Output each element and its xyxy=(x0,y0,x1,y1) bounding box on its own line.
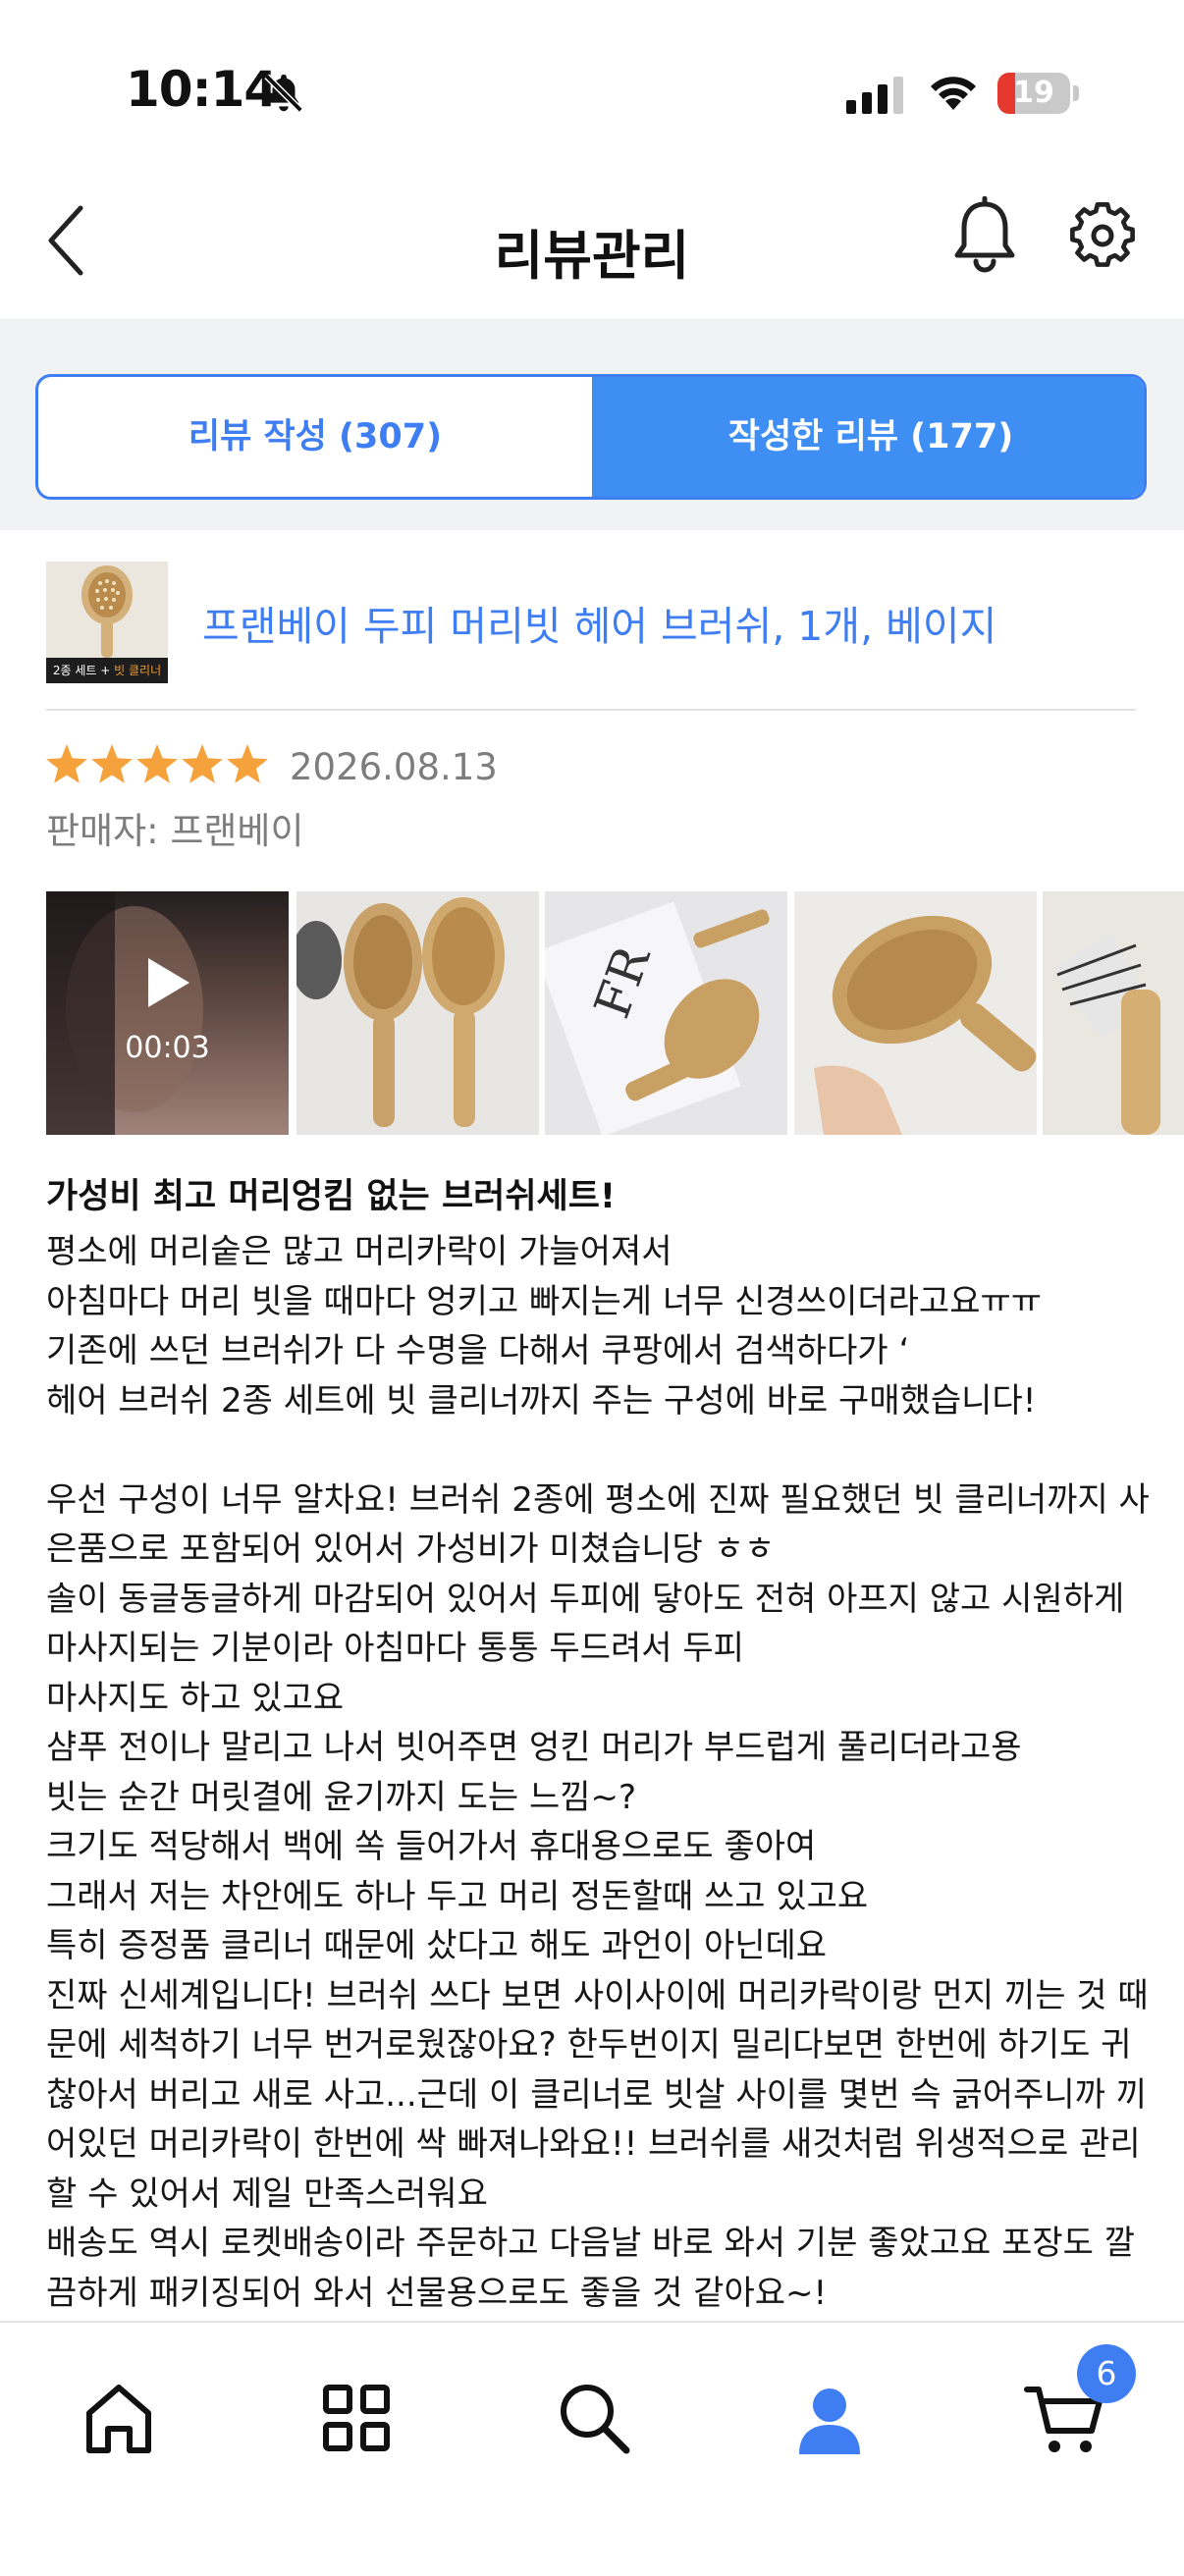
review-body-line: 할 수 있어서 제일 만족스러워요 xyxy=(46,2174,488,2214)
review-body-line: 헤어 브러쉬 2종 세트에 빗 클리너까지 주는 구성에 바로 구매했습니다! xyxy=(46,1380,1037,1421)
product-thumbnail-label: 2종 세트 + 빗 클리너 증정 xyxy=(46,658,168,683)
review-body-line: 끔하게 패키징되어 와서 선물용으로도 좋을 것 같아요~! xyxy=(46,2273,828,2313)
review-body-line: 문에 세척하기 너무 번거로웠잖아요? 한두번이지 밀리다보면 한번에 하기도 … xyxy=(46,2025,1132,2065)
review-tabs-area: 리뷰 작성 (307) 작성한 리뷰 (177) xyxy=(0,319,1184,530)
video-duration: 00:03 xyxy=(125,1031,210,1065)
review-body-line: 찮아서 버리고 새로 사고...근데 이 클리너로 빗살 사이를 몇번 슥 긁어… xyxy=(46,2074,1147,2115)
review-body-line: 배송도 역시 로켓배송이라 주문하고 다음날 바로 와서 기분 좋았고요 포장도… xyxy=(46,2224,1136,2263)
tab-write-review[interactable]: 리뷰 작성 (307) xyxy=(38,377,592,497)
bell-off-icon xyxy=(264,74,303,113)
review-body-line: 은품으로 포함되어 있어서 가성비가 미쳤습니당 ㅎㅎ xyxy=(46,1530,776,1569)
review-body-line: 크기도 적당해서 백에 쏙 들어가서 휴대용으로도 좋아여 xyxy=(46,1827,817,1866)
review-date: 2026.08.13 xyxy=(290,746,498,788)
review-body-line: 기존에 쓰던 브러쉬가 다 수명을 다해서 쿠팡에서 검색하다가 ‘ xyxy=(46,1331,910,1370)
star-icon xyxy=(46,744,87,783)
product-row[interactable]: 2종 세트 + 빗 클리너 증정 프랜베이 두피 머리빗 헤어 브러쉬, 1개,… xyxy=(0,530,1184,712)
home-icon[interactable] xyxy=(75,2374,163,2462)
review-body-line: 솔이 동글동글하게 마감되어 있어서 두피에 닿아도 전혀 아프지 않고 시원하… xyxy=(46,1579,1125,1619)
review-media-strip[interactable]: 00:03 FR xyxy=(46,891,1184,1135)
review-body-line: 평소에 머리숱은 많고 머리카락이 가늘어져서 xyxy=(46,1232,673,1271)
review-body-line xyxy=(46,1425,1146,1476)
notification-bell-icon[interactable] xyxy=(950,196,1019,275)
tab-written-reviews[interactable]: 작성한 리뷰 (177) xyxy=(592,377,1144,497)
my-account-icon[interactable] xyxy=(785,2374,874,2462)
app-header: 리뷰관리 xyxy=(0,167,1184,319)
status-time: 10:14 xyxy=(126,61,278,118)
review-body-line: 마사지되는 기분이라 아침마다 통통 두드려서 두피 xyxy=(46,1629,744,1668)
star-icon xyxy=(136,744,178,783)
review-body-line: 어있던 머리카락이 한번에 싹 빠져나와요!! 브러쉬를 새것처럼 위생적으로 … xyxy=(46,2124,1141,2164)
review-body-line: 마사지도 하고 있고요 xyxy=(46,1678,345,1718)
review-body-line: 그래서 저는 차안에도 하나 두고 머리 정돈할때 쓰고 있고요 xyxy=(46,1876,869,1916)
star-icon xyxy=(91,744,133,783)
review-body-line: 아침마다 머리 빗을 때마다 엉키고 빠지는게 너무 신경쓰이더라고요ㅠㅠ xyxy=(46,1281,1043,1321)
product-name-link[interactable]: 프랜베이 두피 머리빗 헤어 브러쉬, 1개, 베이지 xyxy=(202,593,996,652)
hairbrush-image xyxy=(46,562,168,660)
review-photo-3[interactable] xyxy=(794,891,1037,1135)
cart-count-badge: 6 xyxy=(1077,2344,1136,2403)
search-icon[interactable] xyxy=(550,2374,638,2462)
star-icon xyxy=(227,744,268,783)
review-video-thumbnail[interactable]: 00:03 xyxy=(46,891,289,1135)
review-body-line: 진짜 신세계입니다! 브러쉬 쓰다 보면 사이사이에 머리카락이랑 먼지 끼는 … xyxy=(46,1975,1149,2015)
review-body-line: 빗는 순간 머릿결에 윤기까지 도는 느낌~? xyxy=(46,1777,637,1817)
review-body-line: 특히 증정품 클리너 때문에 샀다고 해도 과언이 아닌데요 xyxy=(46,1926,828,1965)
wifi-icon xyxy=(931,77,976,110)
bottom-navigation: 6 xyxy=(0,2321,1184,2576)
battery-indicator: 19 xyxy=(997,73,1079,114)
category-grid-icon[interactable] xyxy=(312,2374,401,2462)
review-photo-4[interactable] xyxy=(1043,891,1184,1135)
review-photo-1[interactable] xyxy=(296,891,539,1135)
review-photo-2[interactable]: FR xyxy=(545,891,787,1135)
seller-name: 판매자: 프랜베이 xyxy=(46,810,304,852)
review-title: 가성비 최고 머리엉킴 없는 브러쉬세트! xyxy=(46,1177,616,1216)
cellular-signal-icon xyxy=(846,77,903,114)
product-thumbnail[interactable]: 2종 세트 + 빗 클리너 증정 xyxy=(46,562,168,683)
settings-gear-icon[interactable] xyxy=(1068,196,1137,275)
star-rating xyxy=(46,744,268,783)
status-bar: 10:14 19 xyxy=(0,0,1184,167)
review-body-line: 우선 구성이 너무 알차요! 브러쉬 2종에 평소에 진짜 필요했던 빗 클리너… xyxy=(46,1479,1150,1520)
review-body-line: 샴푸 전이나 말리고 나서 빗어주면 엉킨 머리가 부드럽게 풀리더라고용 xyxy=(46,1728,1022,1767)
product-divider xyxy=(46,709,1136,711)
review-tabs: 리뷰 작성 (307) 작성한 리뷰 (177) xyxy=(35,374,1147,500)
review-body: 평소에 머리숱은 많고 머리카락이 가늘어져서아침마다 머리 빗을 때마다 엉키… xyxy=(46,1227,1150,2318)
star-icon xyxy=(182,744,223,783)
